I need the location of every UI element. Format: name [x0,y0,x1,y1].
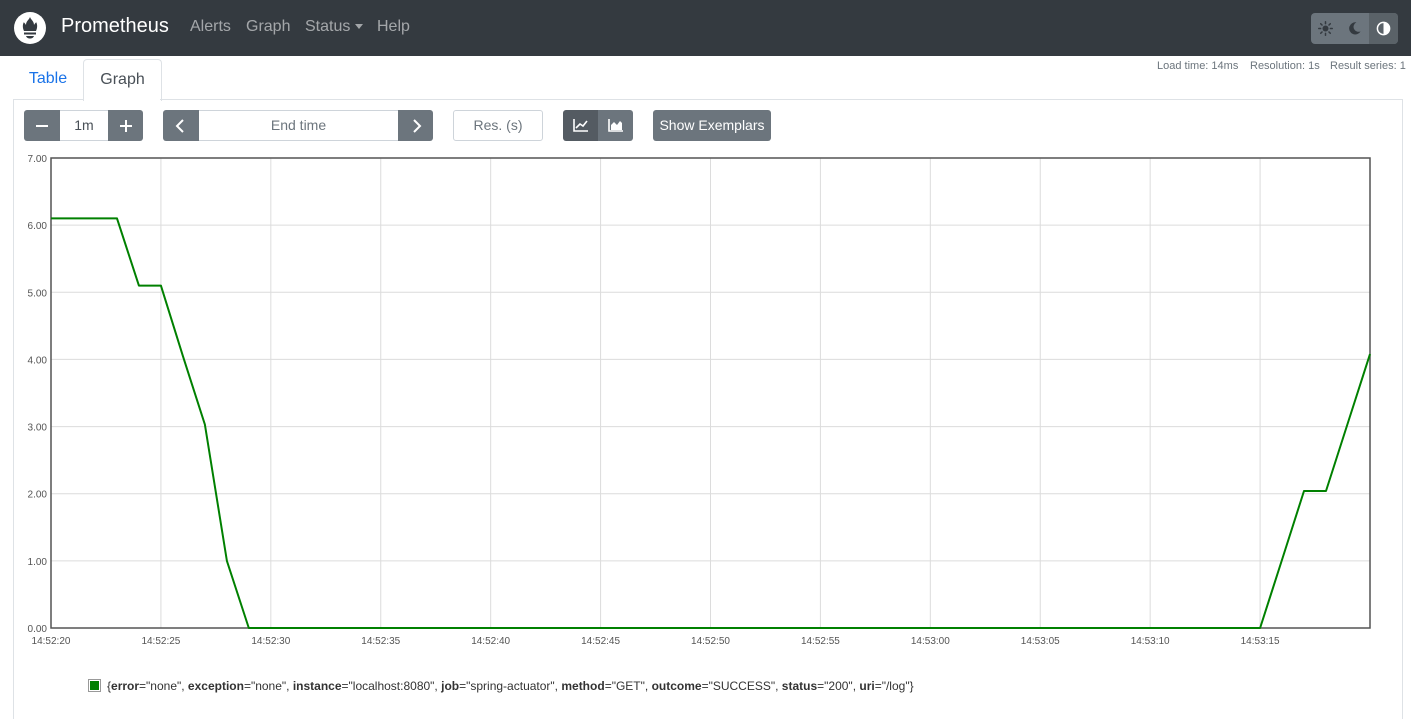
chevron-left-icon [175,119,184,133]
legend-labels: error="none", exception="none", instance… [111,679,910,693]
legend-label-key: uri [859,679,875,693]
next-time-button[interactable] [398,110,433,141]
contrast-icon [1376,21,1391,36]
plus-icon [120,120,132,132]
legend-label-value: ="none", [243,679,293,693]
theme-switcher [1311,13,1398,44]
legend-swatch [88,679,101,693]
decrease-range-button[interactable] [24,110,60,141]
y-tick-label: 1.00 [28,557,48,568]
x-tick-label: 14:52:45 [581,636,620,647]
load-time: Load time: 14ms [1157,60,1239,72]
y-tick-label: 7.00 [28,154,48,165]
legend-close-brace: } [909,679,914,693]
legend-label-key: error [111,679,140,693]
legend-swatch-color [90,681,99,691]
nav-alerts[interactable]: Alerts [190,18,231,36]
x-tick-label: 14:52:55 [801,636,840,647]
y-tick-label: 6.00 [28,221,48,232]
theme-dark-button[interactable] [1340,13,1369,44]
legend-label-key: outcome [651,679,702,693]
tab-table[interactable]: Table [13,59,83,99]
x-tick-label: 14:53:15 [1241,636,1280,647]
legend-label-value: ="/log" [874,679,910,693]
legend-label-value: ="200", [817,679,860,693]
legend-label-value: ="GET", [604,679,652,693]
legend-label-key: method [561,679,605,693]
prometheus-logo-icon[interactable] [14,12,46,44]
navbar: Prometheus Alerts Graph Status Help [0,0,1411,56]
nav-status[interactable]: Status [305,18,364,36]
x-tick-label: 14:52:50 [691,636,730,647]
end-time-input[interactable]: End time [199,110,398,141]
unstacked-chart-button[interactable] [563,110,598,141]
x-tick-label: 14:52:25 [141,636,180,647]
y-tick-label: 0.00 [28,624,48,635]
x-tick-label: 14:53:05 [1021,636,1060,647]
increase-range-button[interactable] [108,110,143,141]
minus-icon [36,125,48,127]
legend-label-value: ="localhost:8080", [341,679,442,693]
line-chart-icon [573,119,588,132]
y-tick-label: 5.00 [28,288,48,299]
theme-light-button[interactable] [1311,13,1340,44]
nav-status-label: Status [305,18,351,35]
legend-label-value: ="SUCCESS", [701,679,782,693]
legend-label-key: job [441,679,460,693]
caret-down-icon [355,24,364,30]
x-tick-label: 14:52:40 [471,636,510,647]
nav-graph[interactable]: Graph [246,18,290,36]
y-tick-label: 2.00 [28,490,48,501]
legend-label-key: exception [187,679,244,693]
graph-chart[interactable]: 0.00 1.00 2.00 3.00 4.00 5.00 6.00 7.00 14:52:20… [0,148,1411,653]
legend-label-key: instance [292,679,342,693]
previous-time-button[interactable] [163,110,199,141]
nav-help[interactable]: Help [377,18,410,36]
theme-auto-button[interactable] [1369,13,1398,44]
x-tick-label: 14:52:20 [32,636,71,647]
range-input[interactable]: 1m [60,110,108,141]
resolution-stat: Resolution: 1s [1250,60,1320,72]
resolution-input[interactable]: Res. (s) [453,110,543,141]
legend-label-key: status [781,679,818,693]
x-tick-label: 14:52:35 [361,636,400,647]
y-tick-label: 3.00 [28,423,48,434]
legend-label-value: ="spring-actuator", [459,679,562,693]
series-legend[interactable]: {error="none", exception="none", instanc… [88,679,914,693]
x-tick-label: 14:53:00 [911,636,950,647]
moon-icon [1349,22,1361,35]
x-tick-label: 14:52:30 [251,636,290,647]
result-series-stat: Result series: 1 [1330,60,1406,72]
x-tick-label: 14:53:10 [1131,636,1170,647]
chevron-right-icon [413,119,422,133]
brand-title[interactable]: Prometheus [61,15,169,38]
area-chart-icon [608,119,623,132]
legend-label-value: ="none", [139,679,188,693]
tab-graph[interactable]: Graph [83,59,162,101]
stacked-chart-button[interactable] [598,110,633,141]
y-tick-label: 4.00 [28,355,48,366]
sun-icon [1318,21,1333,36]
show-exemplars-button[interactable]: Show Exemplars [653,110,771,141]
